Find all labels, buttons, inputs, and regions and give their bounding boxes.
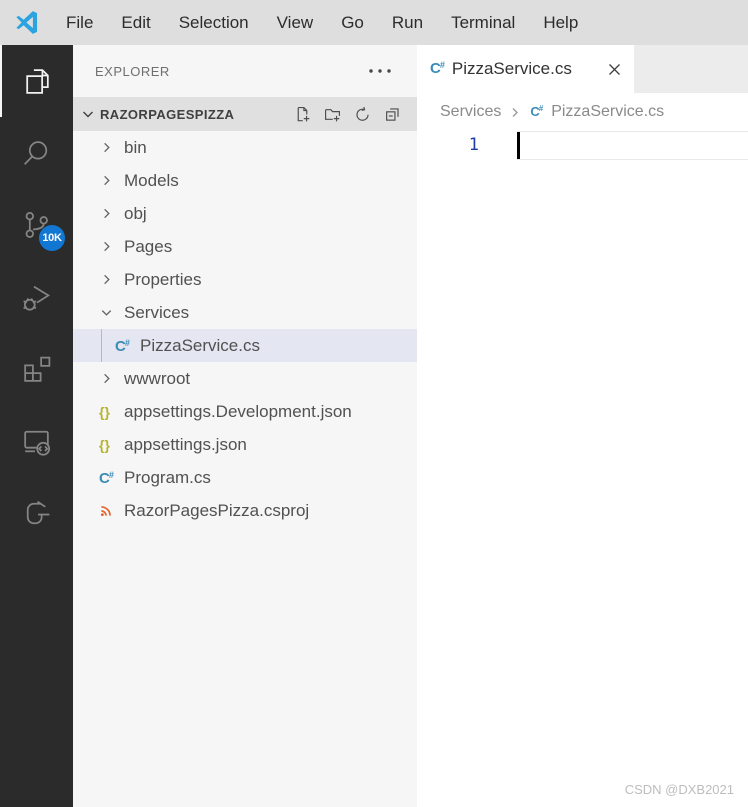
- json-file-icon: {}: [99, 436, 110, 453]
- tree-item-appsettings-json[interactable]: {} appsettings.json: [73, 428, 417, 461]
- chevron-right-icon: [99, 206, 121, 221]
- text-cursor: [517, 132, 520, 159]
- tree-item-razorpagespizza-csproj[interactable]: RazorPagesPizza.csproj: [73, 494, 417, 527]
- menu-run[interactable]: Run: [378, 0, 437, 45]
- activity-run-debug[interactable]: [0, 261, 73, 333]
- menu-go[interactable]: Go: [327, 0, 378, 45]
- folder-section-header[interactable]: RAZORPAGESPIZZA: [73, 97, 417, 131]
- csproj-file-icon: [99, 503, 121, 518]
- tree-item-bin[interactable]: bin: [73, 131, 417, 164]
- editor-group: C# PizzaService.cs Services C# PizzaServ…: [417, 45, 748, 807]
- tab-bar: C# PizzaService.cs: [417, 45, 748, 93]
- source-control-badge: 10K: [39, 225, 65, 251]
- activity-explorer[interactable]: [0, 45, 73, 117]
- explorer-sidebar: EXPLORER RAZORPAGESPIZZA bin Models obj …: [73, 45, 417, 807]
- csharp-file-icon: C#: [99, 470, 114, 487]
- run-and-debug-icon: [23, 285, 51, 311]
- watermark-text: CSDN @DXB2021: [624, 782, 734, 797]
- menu-terminal[interactable]: Terminal: [437, 0, 529, 45]
- code-line-1: 1: [417, 131, 748, 160]
- tree-item-properties[interactable]: Properties: [73, 263, 417, 296]
- chevron-down-icon: [80, 106, 96, 122]
- tree-item-appsettings-development-json[interactable]: {} appsettings.Development.json: [73, 395, 417, 428]
- tree-item-pizzaservice-cs[interactable]: C# PizzaService.cs: [73, 329, 417, 362]
- vscode-logo-icon: [13, 9, 40, 36]
- activity-bar: 10K: [0, 45, 73, 807]
- remote-explorer-icon: [24, 430, 51, 456]
- extensions-icon: [24, 356, 51, 382]
- chevron-right-icon: [99, 371, 121, 386]
- breadcrumb-folder[interactable]: Services: [440, 103, 501, 121]
- activity-extensions[interactable]: [0, 333, 73, 405]
- breadcrumb: Services C# PizzaService.cs: [417, 93, 748, 131]
- section-actions: [294, 106, 401, 123]
- tree-item-models[interactable]: Models: [73, 164, 417, 197]
- close-icon[interactable]: [605, 60, 624, 79]
- chevron-right-icon: [99, 272, 121, 287]
- menu-selection[interactable]: Selection: [165, 0, 263, 45]
- csharp-file-icon: C#: [115, 338, 130, 355]
- refresh-icon[interactable]: [354, 106, 371, 123]
- menu-edit[interactable]: Edit: [107, 0, 164, 45]
- menu-file[interactable]: File: [52, 0, 107, 45]
- menu-help[interactable]: Help: [529, 0, 592, 45]
- current-line-highlight: [517, 131, 748, 160]
- tree-item-wwwroot[interactable]: wwwroot: [73, 362, 417, 395]
- tree-item-program-cs[interactable]: C# Program.cs: [73, 461, 417, 494]
- breadcrumb-file[interactable]: PizzaService.cs: [551, 103, 664, 121]
- activity-remote-explorer[interactable]: [0, 405, 73, 477]
- chevron-right-icon: [99, 140, 121, 155]
- menu-items: File Edit Selection View Go Run Terminal…: [52, 0, 592, 45]
- tab-pizzaservice-cs[interactable]: C# PizzaService.cs: [417, 45, 634, 93]
- search-icon: [24, 140, 48, 165]
- chevron-right-icon: [99, 173, 121, 188]
- explorer-header: EXPLORER: [73, 45, 417, 97]
- new-folder-icon[interactable]: [324, 106, 341, 123]
- code-editor[interactable]: 1 CSDN @DXB2021: [417, 131, 748, 807]
- csharp-file-icon: C#: [430, 60, 445, 77]
- explorer-title: EXPLORER: [95, 63, 170, 79]
- csharp-file-icon: C#: [530, 104, 543, 119]
- file-tree: bin Models obj Pages Properties Services…: [73, 131, 417, 807]
- chevron-right-icon: [510, 107, 521, 118]
- files-icon: [26, 68, 49, 94]
- activity-source-control[interactable]: 10K: [0, 189, 73, 261]
- menu-bar: File Edit Selection View Go Run Terminal…: [0, 0, 748, 45]
- menu-view[interactable]: View: [263, 0, 328, 45]
- tree-item-pages[interactable]: Pages: [73, 230, 417, 263]
- activity-custom-extension[interactable]: [0, 477, 73, 549]
- collapse-folders-icon[interactable]: [384, 106, 401, 123]
- more-actions-icon[interactable]: [367, 66, 393, 76]
- tab-title: PizzaService.cs: [451, 59, 572, 78]
- tree-item-obj[interactable]: obj: [73, 197, 417, 230]
- custom-extension-icon: [26, 500, 50, 524]
- new-file-icon[interactable]: [294, 106, 311, 123]
- vscode-window: File Edit Selection View Go Run Terminal…: [0, 0, 748, 807]
- indent-guide: [101, 329, 102, 362]
- line-number: 1: [468, 135, 479, 155]
- chevron-down-icon: [99, 305, 121, 320]
- workspace-name: RAZORPAGESPIZZA: [100, 106, 235, 122]
- activity-search[interactable]: [0, 117, 73, 189]
- tree-item-services[interactable]: Services: [73, 296, 417, 329]
- chevron-right-icon: [99, 239, 121, 254]
- json-file-icon: {}: [99, 403, 110, 420]
